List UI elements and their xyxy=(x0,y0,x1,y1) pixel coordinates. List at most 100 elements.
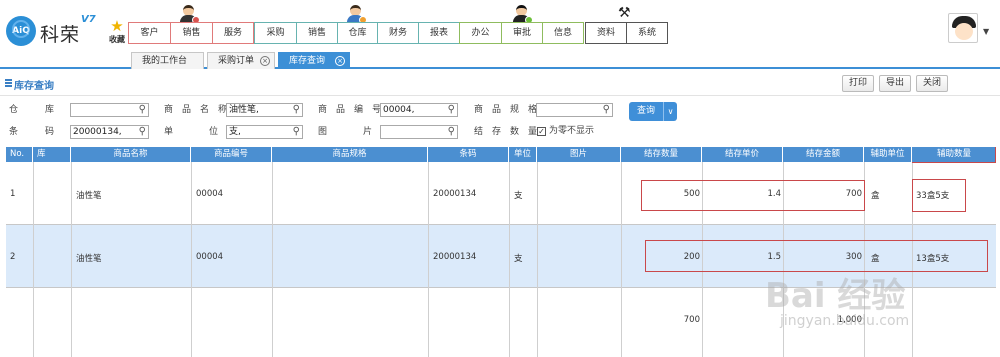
product-spec-label: 商 品 规 格 xyxy=(474,105,538,115)
query-label: 查询 xyxy=(637,106,656,116)
col-aux-unit[interactable]: 辅助单位 xyxy=(864,147,912,162)
cell-product-code: 00004 xyxy=(196,252,224,262)
tab-purchase-order[interactable]: 采购订单 × xyxy=(207,52,275,69)
table-header: No. 库 商品名称 商品编号 商品规格 条码 单位 图片 结存数量 结存单价 … xyxy=(6,147,996,162)
nav-item-warehouse[interactable]: 仓库 xyxy=(338,23,378,43)
app-header: AiQ 科荣 V7 ★ 收藏 ⚒ 客户 销售 服务 采购 销售 仓库 财务 报表… xyxy=(0,0,1000,50)
customer-user-icon xyxy=(178,4,200,24)
col-stock-qty[interactable]: 结存数量 xyxy=(621,147,702,162)
favorites-button[interactable]: ★ 收藏 xyxy=(104,19,130,46)
office-user-icon xyxy=(511,4,533,24)
cell-barcode: 20000134 xyxy=(433,252,477,262)
nav-item-service[interactable]: 服务 xyxy=(213,23,253,43)
nav-group-system: 资料 系统 xyxy=(585,22,668,44)
warehouse-label: 仓 库 xyxy=(9,105,55,115)
finance-user-icon xyxy=(345,4,367,24)
product-code-value: 00004, xyxy=(383,105,415,115)
stock-qty-label: 结 存 数 量 xyxy=(474,127,538,137)
search-icon[interactable]: ⚲ xyxy=(293,126,300,138)
nav-item-customer[interactable]: 客户 xyxy=(129,23,171,43)
cell-barcode: 20000134 xyxy=(433,189,477,199)
header-highlight-line xyxy=(912,147,996,163)
cell-unit: 支 xyxy=(514,254,523,264)
nav-item-sales[interactable]: 销售 xyxy=(297,23,338,43)
print-button[interactable]: 打印 xyxy=(842,75,874,92)
nav-item-office[interactable]: 办公 xyxy=(460,23,502,43)
grid-line xyxy=(71,162,72,357)
nav-item-approval[interactable]: 审批 xyxy=(502,23,543,43)
brand-name: 科荣 xyxy=(40,24,81,46)
grid-line xyxy=(537,162,538,357)
product-name-value: 油性笔, xyxy=(229,105,259,115)
close-icon[interactable]: × xyxy=(335,56,345,66)
nav-group-erp: 采购 销售 仓库 财务 报表 xyxy=(254,22,460,44)
page-title: 库存查询 xyxy=(14,81,54,92)
product-code-input[interactable]: 00004, ⚲ xyxy=(380,103,458,117)
nav-group-office: 办公 审批 信息 xyxy=(459,22,584,44)
tab-bar: 我的工作台 采购订单 × 库存查询 × xyxy=(0,50,1000,69)
col-unit[interactable]: 单位 xyxy=(509,147,537,162)
barcode-input[interactable]: 20000134, ⚲ xyxy=(70,125,149,139)
grid-line xyxy=(509,162,510,357)
grid-line xyxy=(428,162,429,357)
export-button[interactable]: 导出 xyxy=(879,75,911,92)
col-warehouse[interactable]: 库 xyxy=(33,147,71,162)
nav-item-finance[interactable]: 财务 xyxy=(378,23,419,43)
col-unit-price[interactable]: 结存单价 xyxy=(702,147,783,162)
nav-item-reports[interactable]: 报表 xyxy=(419,23,459,43)
cell-no: 2 xyxy=(10,252,16,262)
nav-item-purchase[interactable]: 采购 xyxy=(255,23,297,43)
col-image[interactable]: 图片 xyxy=(537,147,621,162)
zero-hidden-label: 为零不显示 xyxy=(549,126,595,136)
tab-inventory-query[interactable]: 库存查询 × xyxy=(278,52,350,69)
chevron-down-icon[interactable]: ▼ xyxy=(983,27,989,36)
product-code-label: 商 品 编 号 xyxy=(318,105,382,115)
query-button[interactable]: 查询 ∨ xyxy=(629,102,677,121)
close-icon[interactable]: × xyxy=(260,56,270,66)
search-icon[interactable]: ⚲ xyxy=(448,104,455,116)
nav-item-sales-crm[interactable]: 销售 xyxy=(171,23,213,43)
search-icon[interactable]: ⚲ xyxy=(293,104,300,116)
product-name-label: 商 品 名 称 xyxy=(164,105,228,115)
cell-product-name: 油性笔 xyxy=(76,191,102,201)
col-product-spec[interactable]: 商品规格 xyxy=(272,147,428,162)
grid-line xyxy=(33,162,34,357)
favorites-label: 收藏 xyxy=(109,35,125,44)
image-label: 图 片 xyxy=(318,127,373,137)
nav-group-customer: 客户 销售 服务 xyxy=(128,22,254,44)
grid-line xyxy=(191,162,192,357)
zero-hidden-checkbox[interactable]: ✓ xyxy=(537,127,546,136)
nav-item-system[interactable]: 系统 xyxy=(627,23,667,43)
warehouse-input[interactable]: ⚲ xyxy=(70,103,149,117)
highlight-box xyxy=(641,180,865,211)
unit-input[interactable]: 支, ⚲ xyxy=(226,125,303,139)
cell-no: 1 xyxy=(10,189,16,199)
total-stock-qty: 700 xyxy=(683,315,700,325)
tab-workbench[interactable]: 我的工作台 xyxy=(131,52,204,69)
search-icon[interactable]: ⚲ xyxy=(139,126,146,138)
tab-label: 库存查询 xyxy=(289,56,326,66)
search-icon[interactable]: ⚲ xyxy=(139,104,146,116)
avatar[interactable] xyxy=(948,13,978,43)
col-amount[interactable]: 结存金额 xyxy=(783,147,864,162)
chevron-down-icon[interactable]: ∨ xyxy=(663,102,677,121)
close-button[interactable]: 关闭 xyxy=(916,75,948,92)
tab-label: 采购订单 xyxy=(218,56,255,66)
col-product-name[interactable]: 商品名称 xyxy=(71,147,191,162)
col-no[interactable]: No. xyxy=(6,147,33,162)
unit-value: 支, xyxy=(229,127,241,137)
col-barcode[interactable]: 条码 xyxy=(428,147,509,162)
cell-aux-unit: 盒 xyxy=(871,191,880,201)
col-product-code[interactable]: 商品编号 xyxy=(191,147,272,162)
nav-item-data[interactable]: 资料 xyxy=(586,23,627,43)
product-spec-input[interactable]: ⚲ xyxy=(536,103,613,117)
image-input[interactable]: ⚲ xyxy=(380,125,458,139)
cell-unit: 支 xyxy=(514,191,523,201)
grid-line xyxy=(272,162,273,357)
search-icon[interactable]: ⚲ xyxy=(603,104,610,116)
product-name-input[interactable]: 油性笔, ⚲ xyxy=(226,103,303,117)
search-icon[interactable]: ⚲ xyxy=(448,126,455,138)
divider xyxy=(0,95,1000,96)
nav-item-messages[interactable]: 信息 xyxy=(543,23,583,43)
highlight-box xyxy=(912,179,966,212)
